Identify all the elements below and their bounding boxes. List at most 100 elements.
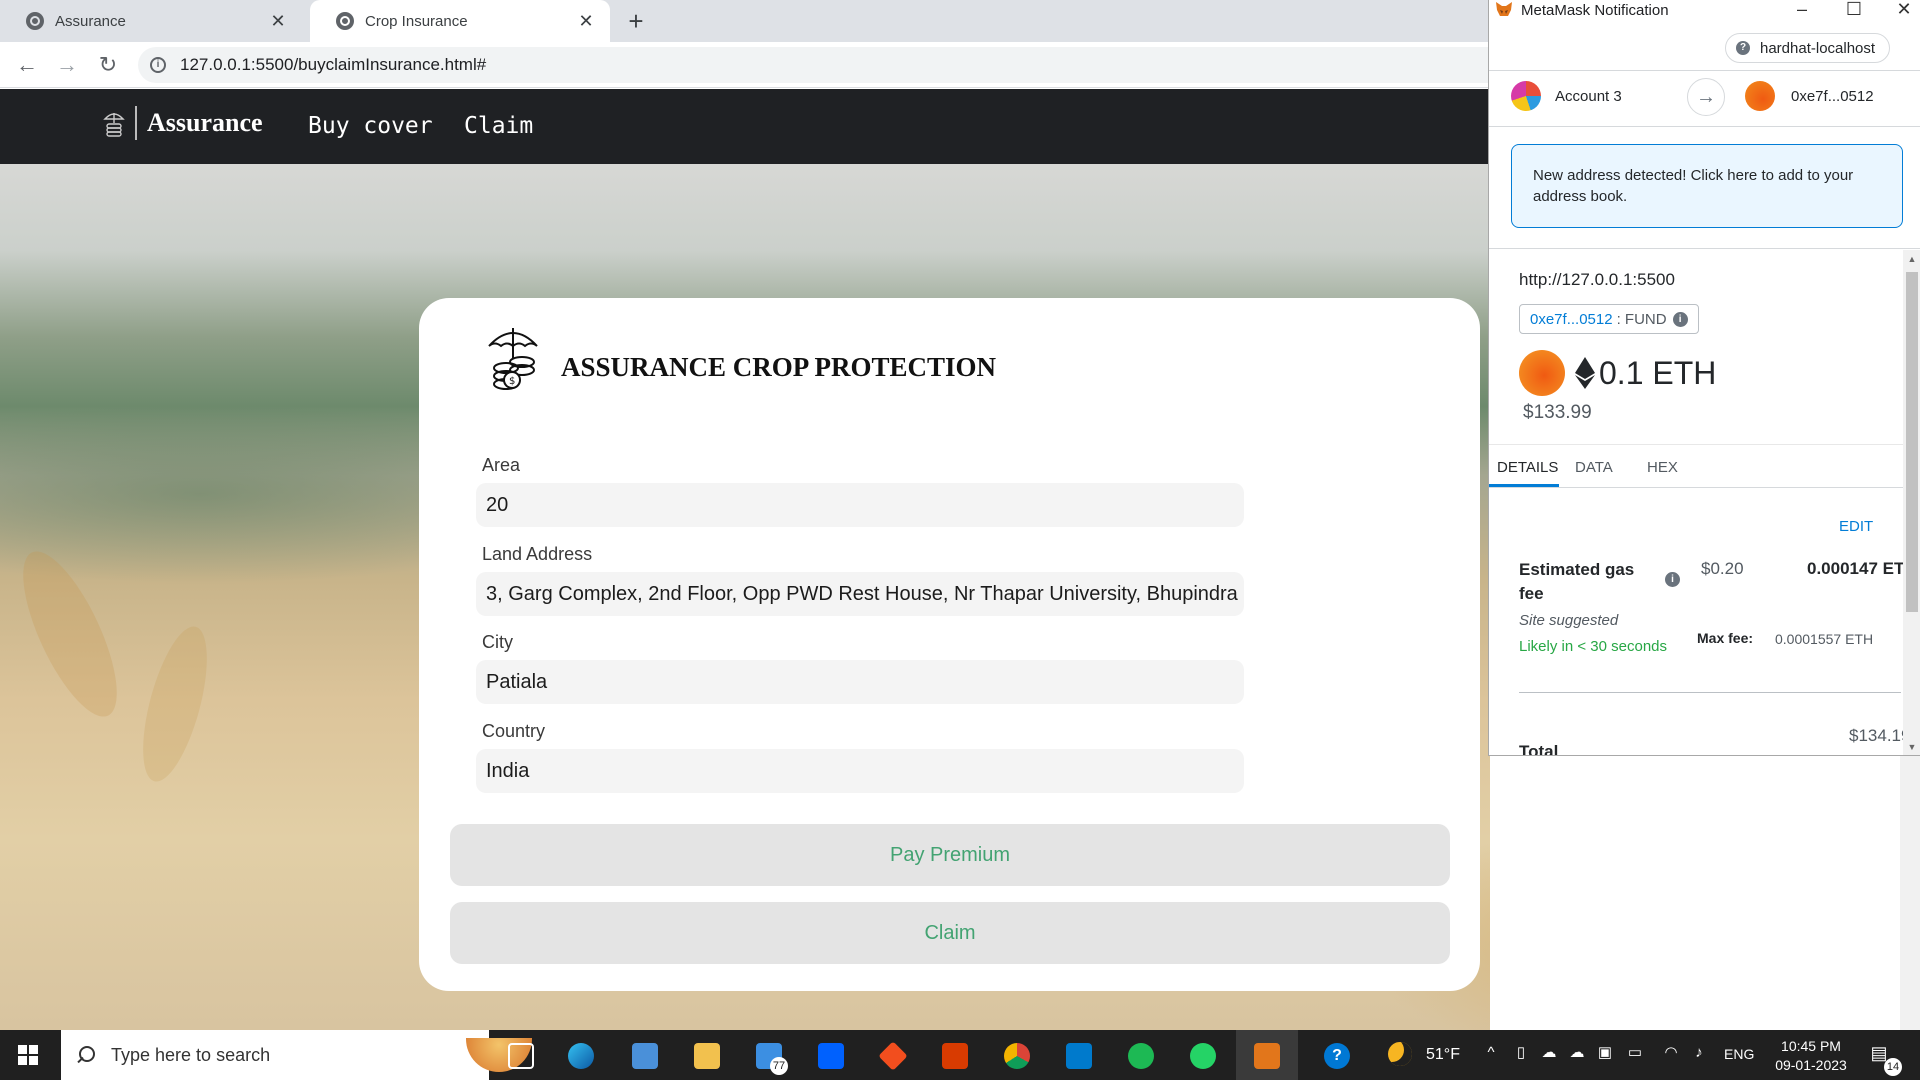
tab-title: Crop Insurance xyxy=(365,12,468,30)
brand-divider xyxy=(135,106,137,140)
figma-icon[interactable] xyxy=(878,1041,908,1071)
to-account-address[interactable]: 0xe7f...0512 xyxy=(1791,88,1874,105)
minimize-icon[interactable]: – xyxy=(1789,0,1815,20)
scroll-up-icon[interactable]: ▲ xyxy=(1903,254,1920,264)
address-bar[interactable]: i 127.0.0.1:5500/buyclaimInsurance.html# xyxy=(138,47,1490,83)
edge-icon[interactable] xyxy=(568,1043,594,1069)
tab-hex[interactable]: HEX xyxy=(1647,459,1678,476)
contract-address-link[interactable]: 0xe7f...0512 xyxy=(1530,311,1613,328)
url-text: 127.0.0.1:5500/buyclaimInsurance.html# xyxy=(180,55,487,74)
arrow-right-icon: → xyxy=(1687,78,1725,116)
network-help-icon: ? xyxy=(1736,41,1750,55)
country-label: Country xyxy=(482,721,546,741)
mail-icon[interactable]: 77 xyxy=(756,1043,788,1075)
area-label: Area xyxy=(482,455,521,475)
scroll-down-icon[interactable]: ▼ xyxy=(1903,742,1920,752)
metamask-window-title: MetaMask Notification xyxy=(1521,2,1669,19)
new-address-alert[interactable]: New address detected! Click here to add … xyxy=(1511,144,1903,228)
info-icon[interactable]: i xyxy=(1672,311,1688,327)
clock[interactable]: 10:45 PM 09-01-2023 xyxy=(1766,1037,1856,1075)
chrome-icon[interactable] xyxy=(1004,1043,1030,1069)
method-name: : FUND xyxy=(1616,310,1667,328)
gas-info-icon[interactable]: i xyxy=(1665,572,1680,587)
notification-center-icon[interactable]: ▤ xyxy=(1870,1044,1888,1062)
metamask-popup: MetaMask Notification – ☐ ✕ ? hardhat-lo… xyxy=(1488,0,1920,756)
gas-fee-fiat: $0.20 xyxy=(1701,559,1744,578)
tab-assurance[interactable]: Assurance ✕ xyxy=(0,0,302,42)
forward-button[interactable]: → xyxy=(52,50,82,80)
metamask-icon[interactable] xyxy=(1254,1043,1280,1069)
brand[interactable]: Assurance xyxy=(103,106,263,140)
transaction-amount: 0.1 ETH xyxy=(1599,355,1717,391)
popup-scrollbar[interactable]: ▲ ▼ xyxy=(1903,250,1920,755)
close-tab-icon[interactable]: ✕ xyxy=(268,11,288,32)
nav-claim[interactable]: Claim xyxy=(464,113,533,139)
file-explorer-icon[interactable] xyxy=(694,1043,720,1069)
device-icon[interactable]: ▣ xyxy=(1596,1044,1614,1062)
reload-button[interactable]: ↻ xyxy=(93,50,123,80)
dropbox-icon[interactable] xyxy=(818,1043,844,1069)
origin-url: http://127.0.0.1:5500 xyxy=(1519,270,1675,289)
tab-details[interactable]: DETAILS xyxy=(1497,459,1558,476)
taskbar-search[interactable]: Type here to search xyxy=(61,1030,532,1080)
max-fee-label: Max fee: xyxy=(1697,630,1754,646)
battery-icon[interactable]: ▭ xyxy=(1626,1044,1644,1062)
tab-data[interactable]: DATA xyxy=(1575,459,1613,476)
search-icon xyxy=(75,1045,95,1065)
ethereum-icon xyxy=(1575,357,1595,389)
to-account-avatar xyxy=(1745,81,1775,111)
weather-moon-icon[interactable] xyxy=(1388,1042,1412,1066)
max-fee-value: 0.0001557 ETH xyxy=(1775,631,1874,647)
claim-button[interactable]: Claim xyxy=(450,902,1450,964)
back-button[interactable]: ← xyxy=(12,50,42,80)
wifi-icon[interactable]: ◠ xyxy=(1662,1044,1680,1062)
city-label: City xyxy=(482,632,513,652)
total-value: $134.19 xyxy=(1849,726,1911,745)
confirmation-scroll-area[interactable]: http://127.0.0.1:5500 0xe7f...0512 : FUN… xyxy=(1489,250,1920,755)
weather-temp[interactable]: 51°F xyxy=(1426,1046,1460,1064)
close-tab-icon[interactable]: ✕ xyxy=(576,11,596,32)
tab-title: Assurance xyxy=(55,12,126,30)
account-identicon xyxy=(1519,350,1565,396)
volume-icon[interactable]: ♪ xyxy=(1690,1044,1708,1062)
pay-premium-button[interactable]: Pay Premium xyxy=(450,824,1450,886)
cloud-sync-icon[interactable]: ☁ xyxy=(1568,1044,1586,1062)
office-icon[interactable] xyxy=(942,1043,968,1069)
method-pill[interactable]: 0xe7f...0512 : FUND i xyxy=(1519,304,1699,334)
city-input[interactable]: Patiala xyxy=(476,660,1244,704)
scroll-thumb[interactable] xyxy=(1906,272,1918,612)
country-input[interactable]: India xyxy=(476,749,1244,793)
page-scrollbar[interactable] xyxy=(1900,756,1920,1030)
site-info-icon[interactable]: i xyxy=(150,57,166,73)
windows-start-icon[interactable] xyxy=(18,1045,38,1065)
mail-badge: 77 xyxy=(770,1057,788,1075)
maximize-icon[interactable]: ☐ xyxy=(1841,0,1867,20)
edit-link[interactable]: EDIT xyxy=(1839,518,1873,535)
chevron-up-icon[interactable]: ^ xyxy=(1482,1044,1500,1062)
area-input[interactable]: 20 xyxy=(476,483,1244,527)
divider xyxy=(1489,248,1920,249)
pc-icon[interactable] xyxy=(632,1043,658,1069)
active-tab-indicator xyxy=(1489,484,1559,487)
land-address-label: Land Address xyxy=(482,544,593,564)
task-view-icon[interactable] xyxy=(508,1043,534,1069)
help-icon[interactable]: ? xyxy=(1324,1043,1350,1069)
from-account-avatar xyxy=(1511,81,1541,111)
svg-text:$: $ xyxy=(509,376,515,387)
whatsapp-icon[interactable] xyxy=(1190,1043,1216,1069)
language-indicator[interactable]: ENG xyxy=(1724,1046,1754,1062)
site-suggested-label: Site suggested xyxy=(1519,612,1619,629)
new-tab-button[interactable]: + xyxy=(622,6,650,36)
network-selector[interactable]: ? hardhat-localhost xyxy=(1725,33,1891,63)
battery-saver-icon[interactable]: ▯ xyxy=(1512,1044,1530,1062)
wheat-ear xyxy=(130,620,220,788)
spotify-icon[interactable] xyxy=(1128,1043,1154,1069)
clock-time: 10:45 PM xyxy=(1781,1038,1841,1054)
vscode-icon[interactable] xyxy=(1066,1043,1092,1069)
land-address-input[interactable]: 3, Garg Complex, 2nd Floor, Opp PWD Rest… xyxy=(476,572,1244,616)
nav-buy-cover[interactable]: Buy cover xyxy=(308,113,433,139)
onedrive-icon[interactable]: ☁ xyxy=(1540,1044,1558,1062)
tab-crop-insurance[interactable]: Crop Insurance ✕ xyxy=(310,0,610,42)
close-window-icon[interactable]: ✕ xyxy=(1891,0,1917,20)
from-account-name[interactable]: Account 3 xyxy=(1555,88,1622,105)
